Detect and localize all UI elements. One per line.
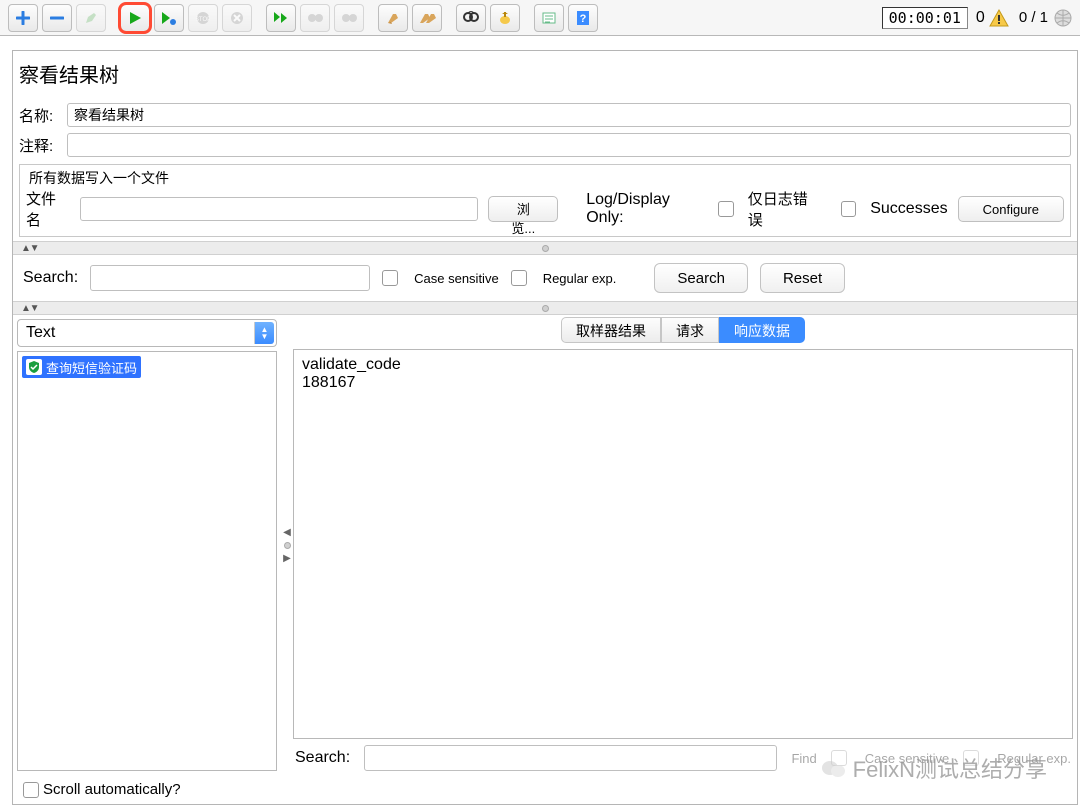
clear-all-button[interactable] bbox=[412, 4, 442, 32]
successes-label: Successes bbox=[870, 200, 947, 218]
function-helper-button[interactable] bbox=[534, 4, 564, 32]
tab-request[interactable]: 请求 bbox=[661, 317, 719, 343]
thread-count: 0 / 1 bbox=[1019, 9, 1048, 26]
scroll-auto-label: Scroll automatically? bbox=[43, 781, 181, 798]
regex-label: Regular exp. bbox=[543, 271, 617, 286]
filename-label: 文件名 bbox=[26, 188, 70, 230]
results-tree-panel: 察看结果树 名称: 注释: 所有数据写入一个文件 文件名 浏览... Log/D… bbox=[12, 50, 1078, 805]
reset-search-button[interactable] bbox=[490, 4, 520, 32]
response-body[interactable]: validate_code 188167 bbox=[293, 349, 1073, 739]
case-sensitive-checkbox[interactable] bbox=[382, 270, 398, 286]
panel-title: 察看结果树 bbox=[13, 51, 1077, 100]
name-label: 名称: bbox=[19, 105, 67, 126]
response-search-panel: Search: Find Case sensitive Regular exp. bbox=[293, 739, 1073, 771]
file-output-title: 所有数据写入一个文件 bbox=[26, 168, 172, 188]
comment-input[interactable] bbox=[67, 133, 1071, 157]
results-tree[interactable]: 查询短信验证码 bbox=[17, 351, 277, 771]
name-input[interactable] bbox=[67, 103, 1071, 127]
search-button[interactable]: Search bbox=[654, 263, 748, 293]
detail-tabs: 取样器结果 请求 响应数据 bbox=[293, 317, 1073, 343]
tab-sampler-result[interactable]: 取样器结果 bbox=[561, 317, 661, 343]
shutdown-button[interactable] bbox=[222, 4, 252, 32]
start-button[interactable] bbox=[120, 4, 150, 32]
search-panel: Search: Case sensitive Regular exp. Sear… bbox=[13, 255, 1077, 301]
chevron-updown-icon: ▲▼ bbox=[254, 322, 274, 344]
help-button[interactable]: ? bbox=[568, 4, 598, 32]
search-tree-button[interactable] bbox=[456, 4, 486, 32]
find-button-label[interactable]: Find bbox=[791, 751, 816, 766]
new-button[interactable] bbox=[8, 4, 38, 32]
edit-button[interactable] bbox=[76, 4, 106, 32]
elapsed-time: 00:00:01 bbox=[882, 7, 968, 29]
render-dropdown-value: Text bbox=[26, 324, 55, 342]
remove-button[interactable] bbox=[42, 4, 72, 32]
success-icon bbox=[26, 359, 42, 375]
remote-shutdown-button[interactable] bbox=[334, 4, 364, 32]
render-dropdown[interactable]: Text ▲▼ bbox=[17, 319, 277, 347]
errors-only-label: 仅日志错误 bbox=[748, 188, 821, 230]
toolbar: STOP ? 00:00:01 0 0 / 1 bbox=[0, 0, 1080, 36]
svg-text:?: ? bbox=[580, 13, 587, 25]
response-regex-checkbox[interactable] bbox=[963, 750, 979, 766]
clear-button[interactable] bbox=[378, 4, 408, 32]
splitter-bar-1[interactable]: ▲ ▼ bbox=[13, 241, 1077, 255]
browse-button[interactable]: 浏览... bbox=[488, 196, 558, 222]
svg-text:STOP: STOP bbox=[196, 17, 210, 23]
warning-count: 0 bbox=[976, 9, 985, 27]
stop-button[interactable]: STOP bbox=[188, 4, 218, 32]
response-case-label: Case sensitive bbox=[865, 751, 950, 766]
successes-checkbox[interactable] bbox=[841, 201, 857, 217]
splitter-bar-2[interactable]: ▲ ▼ bbox=[13, 301, 1077, 315]
remote-stop-button[interactable] bbox=[300, 4, 330, 32]
vertical-splitter[interactable]: ◀▶ bbox=[281, 315, 293, 775]
tree-item-label: 查询短信验证码 bbox=[46, 358, 137, 377]
response-search-label: Search: bbox=[295, 749, 350, 767]
errors-only-checkbox[interactable] bbox=[718, 201, 734, 217]
file-output-group: 所有数据写入一个文件 文件名 浏览... Log/Display Only: 仅… bbox=[19, 164, 1071, 237]
search-input[interactable] bbox=[90, 265, 370, 291]
case-sensitive-label: Case sensitive bbox=[414, 271, 499, 286]
configure-button[interactable]: Configure bbox=[958, 196, 1064, 222]
response-regex-label: Regular exp. bbox=[997, 751, 1071, 766]
log-display-only-label: Log/Display Only: bbox=[586, 191, 708, 227]
reset-button[interactable]: Reset bbox=[760, 263, 845, 293]
remote-start-button[interactable] bbox=[266, 4, 296, 32]
scroll-auto-checkbox[interactable] bbox=[23, 782, 39, 798]
filename-input[interactable] bbox=[80, 197, 479, 221]
start-no-pause-button[interactable] bbox=[154, 4, 184, 32]
warning-icon bbox=[989, 9, 1009, 27]
regex-checkbox[interactable] bbox=[511, 270, 527, 286]
response-case-checkbox[interactable] bbox=[831, 750, 847, 766]
comment-label: 注释: bbox=[19, 135, 67, 156]
globe-icon bbox=[1054, 9, 1072, 27]
tree-item[interactable]: 查询短信验证码 bbox=[22, 356, 141, 378]
search-label: Search: bbox=[23, 269, 78, 287]
response-search-input[interactable] bbox=[364, 745, 777, 771]
tab-response-data[interactable]: 响应数据 bbox=[719, 317, 805, 343]
